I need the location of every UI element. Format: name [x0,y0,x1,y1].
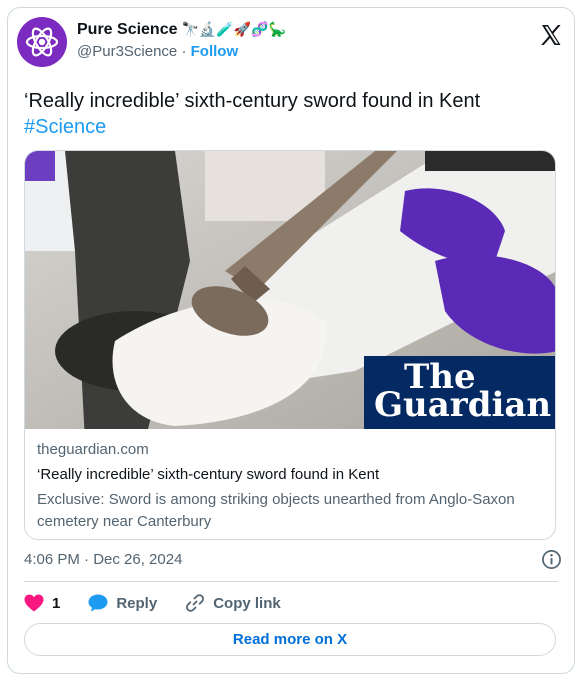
reply-label: Reply [116,594,158,612]
divider [24,581,558,582]
tweet-timestamp[interactable]: 4:06 PM · Dec 26, 2024 [24,551,182,568]
heart-icon [24,594,44,612]
author-handle[interactable]: @Pur3Science [77,43,177,60]
author-emojis: 🔭🔬🧪🚀🧬🦕 [181,22,287,38]
link-icon [186,594,205,612]
copy-link-button[interactable]: Copy link [185,593,281,613]
tweet-actions: 1 Reply Copy link [24,592,309,614]
handle-separator: · [181,43,187,60]
author-handle-row: @Pur3Science · Follow [77,43,286,60]
tweet-text: ‘Really incredible’ sixth-century sword … [24,88,554,140]
author-display-name[interactable]: Pure Science 🔭🔬🧪🚀🧬🦕 [77,21,286,39]
reply-bubble-icon [88,594,108,612]
like-button[interactable]: 1 [24,594,60,612]
link-preview-card[interactable]: The Guardian theguardian.com ‘Really inc… [24,150,556,540]
author-name-text[interactable]: Pure Science [77,21,178,39]
copy-link-label: Copy link [213,594,281,612]
info-icon[interactable] [541,549,562,570]
guardian-logo: The Guardian [364,356,555,429]
link-card-meta: theguardian.com ‘Really incredible’ sixt… [37,441,542,533]
link-domain: theguardian.com [37,441,149,458]
hashtag-link[interactable]: #Science [24,114,554,140]
atom-icon[interactable] [17,17,67,67]
follow-button[interactable]: Follow [191,43,239,60]
x-logo-icon[interactable] [539,23,563,47]
tweet-body: ‘Really incredible’ sixth-century sword … [24,90,481,112]
guardian-logo-line2: Guardian [374,385,552,425]
author-names: Pure Science 🔭🔬🧪🚀🧬🦕 @Pur3Science · Follo… [77,21,286,60]
like-count: 1 [52,594,61,612]
reply-button[interactable]: Reply [88,594,157,612]
link-description: Exclusive: Sword is among striking objec… [37,491,515,530]
tweet-header: Pure Science 🔭🔬🧪🚀🧬🦕 @Pur3Science · Follo… [17,17,565,69]
link-title: ‘Really incredible’ sixth-century sword … [37,466,380,483]
read-more-button[interactable]: Read more on X [24,623,556,656]
article-photo[interactable]: The Guardian [25,151,555,429]
